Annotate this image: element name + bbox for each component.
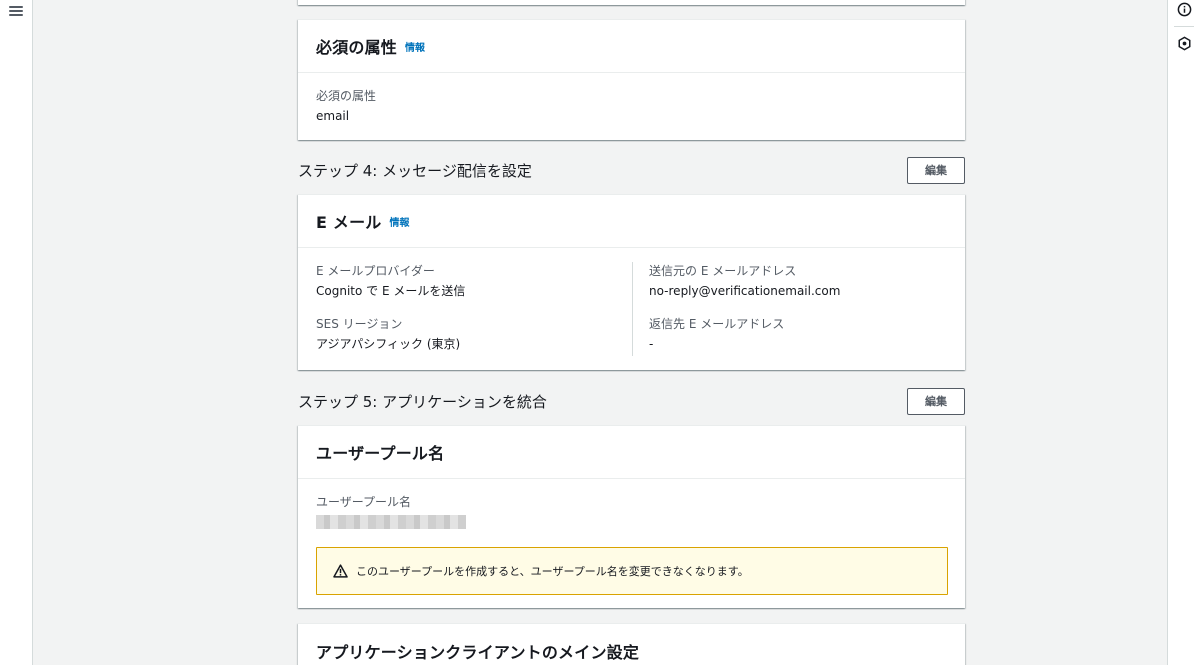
hamburger-menu-icon[interactable]	[9, 4, 23, 18]
card-body: E メールプロバイダー Cognito で E メールを送信 SES リージョン…	[298, 248, 965, 356]
user-pool-name-card: ユーザープール名 ユーザープール名 このユーザープールを作成すると、ユーザープー…	[298, 425, 965, 608]
step4-edit-button[interactable]: 編集	[907, 156, 965, 184]
ses-region-value: アジアパシフィック (東京)	[316, 337, 461, 351]
required-attributes-value: email	[316, 109, 350, 123]
card-header: 必須の属性 情報	[298, 20, 965, 73]
card-title: 必須の属性	[316, 38, 398, 57]
from-address-value: no-reply@verificationemail.com	[649, 284, 841, 298]
warning-alert: このユーザープールを作成すると、ユーザープール名を変更できなくなります。	[316, 547, 948, 595]
step5-title: ステップ 5: アプリケーションを統合	[298, 392, 547, 411]
info-icon[interactable]	[1177, 2, 1192, 17]
rail-divider	[1174, 26, 1194, 27]
required-attributes-label: 必須の属性	[316, 89, 377, 103]
card-header: ユーザープール名	[298, 426, 965, 479]
card-header: E メール 情報	[298, 195, 965, 248]
info-link[interactable]: 情報	[390, 214, 410, 229]
user-pool-name-label: ユーザープール名	[316, 495, 412, 509]
reply-to-label: 返信先 E メールアドレス	[649, 317, 785, 331]
email-right-column: 送信元の E メールアドレス no-reply@verificationemai…	[631, 262, 947, 353]
provider-label: E メールプロバイダー	[316, 264, 435, 278]
card-title: アプリケーションクライアントのメイン設定	[316, 642, 640, 662]
email-card: E メール 情報 E メールプロバイダー Cognito で E メールを送信 …	[298, 194, 965, 370]
email-left-column: E メールプロバイダー Cognito で E メールを送信 SES リージョン…	[316, 262, 633, 356]
step5-edit-button[interactable]: 編集	[907, 387, 965, 415]
reply-to-value: -	[649, 337, 654, 351]
provider-value: Cognito で E メールを送信	[316, 284, 466, 298]
hexagon-icon[interactable]	[1177, 36, 1192, 51]
card-body: 必須の属性 email	[298, 73, 965, 125]
card-header: アプリケーションクライアントのメイン設定	[298, 624, 965, 665]
step5-header: ステップ 5: アプリケーションを統合 編集	[298, 387, 965, 415]
left-nav-rail	[0, 0, 33, 665]
redacted-user-pool-name	[316, 515, 466, 529]
previous-card	[298, 0, 965, 5]
step4-header: ステップ 4: メッセージ配信を設定 編集	[298, 156, 965, 184]
warning-icon	[333, 564, 348, 578]
from-address-label: 送信元の E メールアドレス	[649, 264, 797, 278]
warning-text: このユーザープールを作成すると、ユーザープール名を変更できなくなります。	[356, 565, 749, 578]
app-client-card: アプリケーションクライアントのメイン設定	[298, 623, 965, 665]
required-attributes-card: 必須の属性 情報 必須の属性 email	[298, 19, 965, 140]
step4-title: ステップ 4: メッセージ配信を設定	[298, 161, 532, 180]
card-body: ユーザープール名 このユーザープールを作成すると、ユーザープール名を変更できなく…	[298, 479, 965, 595]
ses-region-label: SES リージョン	[316, 317, 403, 331]
card-title: E メール	[316, 213, 382, 232]
card-title: ユーザープール名	[316, 444, 445, 463]
info-link[interactable]: 情報	[405, 39, 425, 54]
right-tools-rail	[1167, 0, 1200, 665]
